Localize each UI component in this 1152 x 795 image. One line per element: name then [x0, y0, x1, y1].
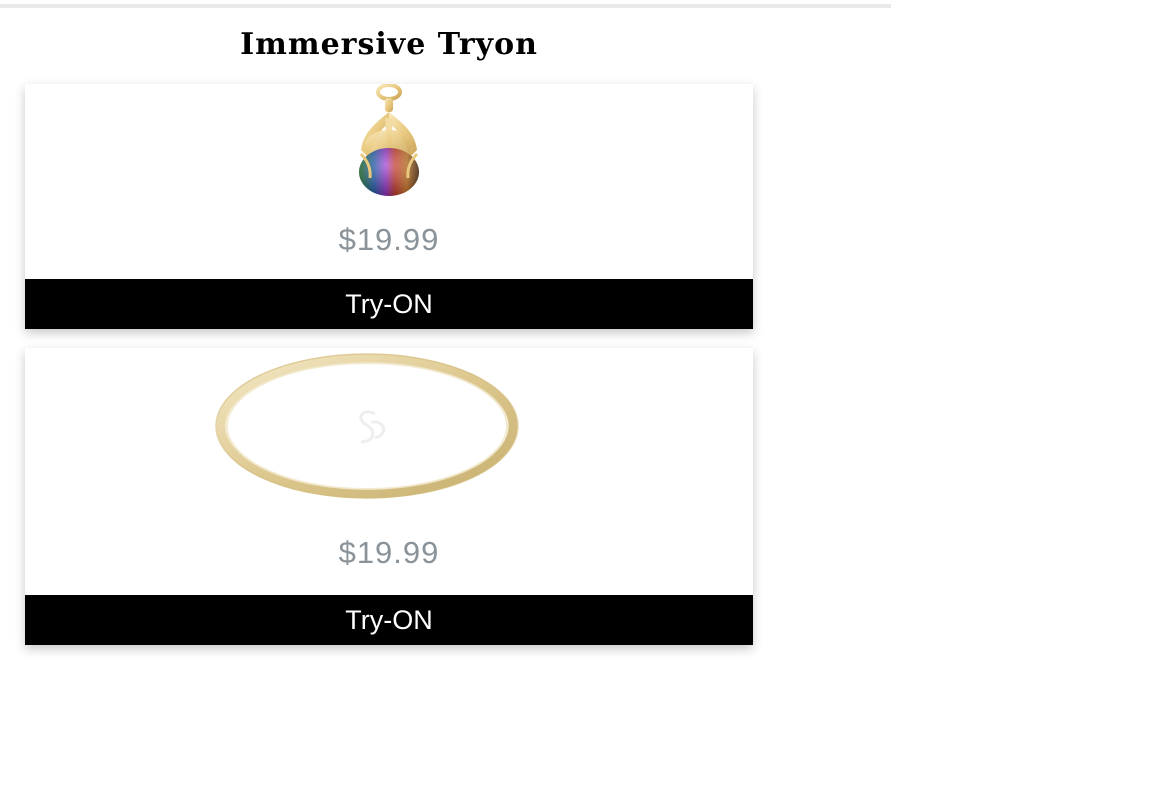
product-image [25, 350, 753, 510]
try-on-button[interactable]: Try-ON [25, 279, 753, 329]
pendant-icon [359, 83, 419, 196]
try-on-button[interactable]: Try-ON [25, 595, 753, 645]
product-image [25, 83, 753, 202]
product-price: $19.99 [338, 222, 440, 257]
product-price: $19.99 [338, 535, 440, 570]
product-card: $19.99 Try-ON [25, 348, 753, 645]
product-card: $19.99 Try-ON [25, 83, 753, 329]
bangle-icon [215, 353, 519, 499]
top-divider [0, 4, 891, 8]
page-title: Immersive Tryon [240, 27, 538, 62]
